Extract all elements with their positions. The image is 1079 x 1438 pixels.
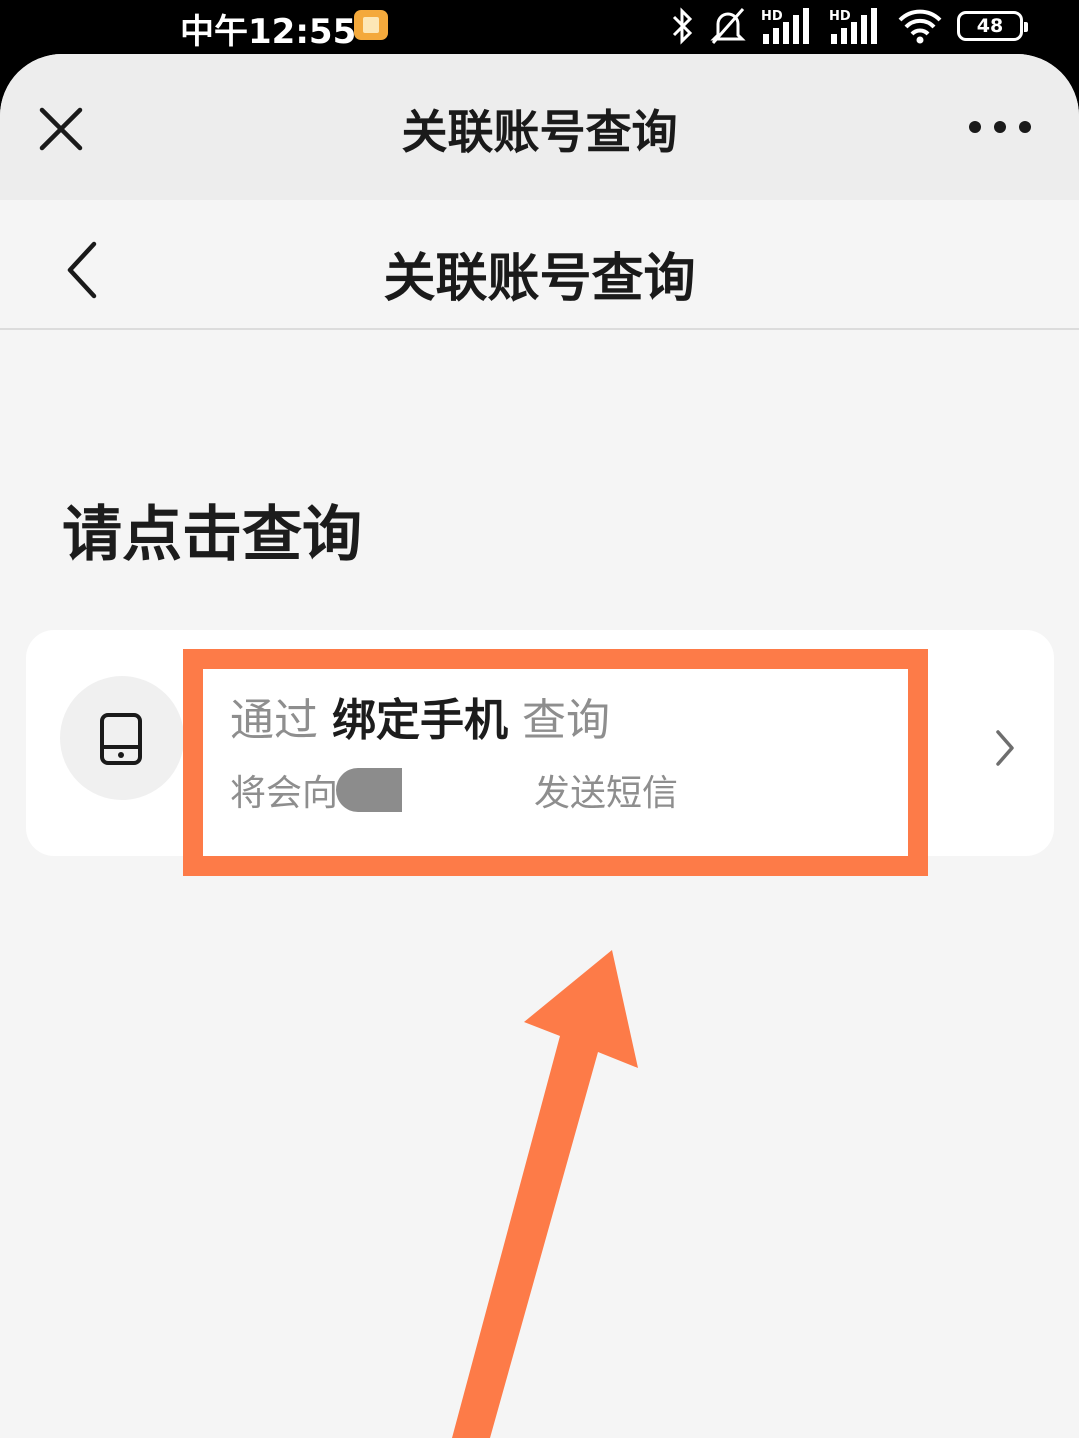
mini-program-sheet: 关联账号查询 关联账号查询 请点击查询 通过 绑定手机 查询 将会向 发送短信 (0, 54, 1079, 1438)
status-icons: HD HD 48 (669, 0, 1028, 52)
status-time: 中午12:55 (180, 12, 357, 52)
option-desc-left: 将会向 (230, 773, 339, 814)
svg-text:HD: HD (829, 9, 851, 24)
query-by-phone-option[interactable]: 通过 绑定手机 查询 将会向 发送短信 (26, 630, 1054, 856)
notification-app-icon (354, 10, 388, 40)
bluetooth-icon (672, 7, 693, 45)
chevron-right-icon (996, 730, 1014, 766)
option-desc-right: 发送短信 (534, 773, 679, 814)
screen: 中午12:55 HD HD 48 关联账号查询 关联账号查询 请点击查询 通过 … (0, 0, 1079, 1438)
option-description: 将会向 发送短信 (230, 764, 678, 816)
page-title: 关联账号查询 (383, 249, 696, 309)
silent-bell-icon (710, 8, 746, 44)
battery-level: 48 (976, 15, 1004, 37)
battery-icon: 48 (957, 11, 1028, 41)
option-title: 通过 绑定手机 查询 (230, 684, 610, 748)
more-options-button[interactable] (969, 116, 1031, 138)
mini-program-title: 关联账号查询 (401, 105, 678, 159)
page-header: 关联账号查询 (0, 200, 1079, 330)
hd-signal-icon: HD (761, 8, 809, 44)
more-dot-icon (994, 121, 1006, 133)
option-title-prefix: 通过 (230, 695, 332, 746)
option-title-suffix: 查询 (508, 695, 610, 746)
phone-icon (100, 713, 142, 765)
option-title-bold: 绑定手机 (332, 695, 508, 746)
hd-signal-icon: HD (829, 8, 877, 44)
more-dot-icon (1019, 121, 1031, 133)
redaction-mark (336, 768, 402, 812)
section-heading: 请点击查询 (62, 500, 362, 570)
more-dot-icon (969, 121, 981, 133)
wifi-icon (898, 9, 942, 44)
svg-text:HD: HD (761, 9, 783, 24)
mini-program-header: 关联账号查询 (0, 54, 1079, 200)
option-icon-circle (60, 676, 184, 800)
status-bar: 中午12:55 HD HD 48 (0, 0, 1079, 56)
